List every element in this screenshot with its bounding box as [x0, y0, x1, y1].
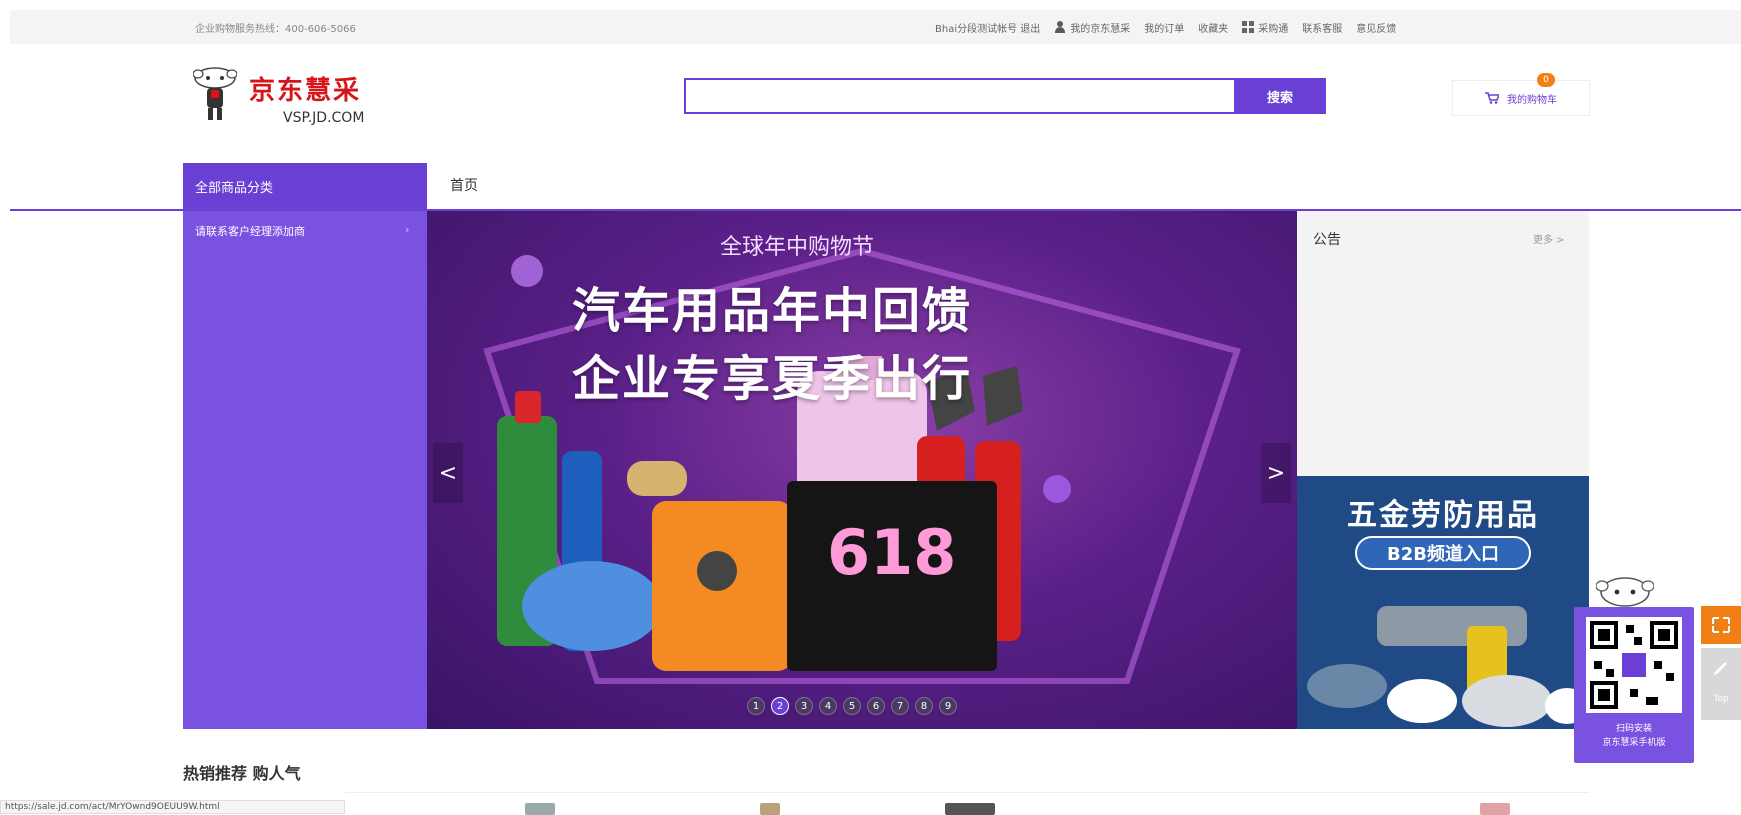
favorites-link[interactable]: 收藏夹 [1198, 20, 1228, 35]
mascot-icon [1596, 577, 1654, 607]
account-logout-label: Bhai分段测试帐号 退出 [935, 23, 1041, 35]
scan-side-tab[interactable] [1701, 606, 1741, 644]
notice-title: 公告 [1313, 232, 1341, 248]
top-links: Bhai分段测试帐号 退出 我的京东慧采 我的订单 收藏夹 采购通 联系客服 意… [935, 13, 1396, 41]
product-thumb[interactable] [760, 803, 780, 815]
product-thumb[interactable] [1480, 803, 1510, 815]
logo-text-en: VSP.JD.COM [283, 110, 365, 126]
browser-status-url: https://sale.jd.com/act/MrYOwnd9OEUU9W.h… [0, 800, 345, 814]
user-icon [1054, 21, 1066, 33]
carousel-dot[interactable]: 3 [795, 697, 813, 715]
notice-more-link[interactable]: 更多 > [1533, 231, 1565, 246]
mascot-icon [193, 67, 237, 120]
favorites-label: 收藏夹 [1198, 23, 1229, 35]
carousel-dot[interactable]: 4 [819, 697, 837, 715]
edit-icon [1714, 662, 1727, 675]
chevron-right-icon: › [405, 223, 410, 236]
carousel-dot[interactable]: 6 [867, 697, 885, 715]
product-thumb[interactable] [945, 803, 995, 815]
all-categories-tab[interactable]: 全部商品分类 [183, 163, 427, 209]
my-jd-label: 我的京东慧采 [1070, 23, 1131, 35]
procurement-label: 采购通 [1258, 23, 1289, 35]
carousel-next-button[interactable]: > [1261, 443, 1291, 503]
search-box [684, 78, 1238, 114]
banner-subtitle: 全球年中购物节 [427, 229, 1297, 261]
cart-button[interactable]: 我的购物车 [1452, 80, 1590, 116]
product-thumb[interactable] [525, 803, 555, 815]
service-hotline: 企业购物服务热线：400-606-5066 [195, 24, 356, 35]
customer-service-label: 联系客服 [1302, 23, 1343, 35]
ad-artwork [1307, 606, 1589, 727]
search-input[interactable] [686, 80, 1236, 112]
carousel-dot-active[interactable]: 2 [771, 697, 789, 715]
notice-panel: 公告 更多 > [1297, 211, 1589, 476]
banner-headline-2: 企业专享夏季出行 [572, 351, 973, 407]
my-orders-label: 我的订单 [1144, 23, 1185, 35]
my-jd-link[interactable]: 我的京东慧采 [1054, 20, 1130, 35]
grid-icon [1242, 21, 1255, 33]
site-logo[interactable]: 京东慧采 VSP.JD.COM [193, 64, 423, 134]
carousel-dot[interactable]: 1 [747, 697, 765, 715]
logo-text-cn: 京东慧采 [249, 76, 362, 106]
scan-icon [1712, 617, 1730, 633]
banner-subtitle-text: 全球年中购物节 [719, 235, 874, 260]
customer-service-link[interactable]: 联系客服 [1302, 20, 1342, 35]
my-orders-link[interactable]: 我的订单 [1144, 20, 1184, 35]
ad-title: 五金劳防用品 [1347, 498, 1539, 533]
banner-headline-1: 汽车用品年中回馈 [572, 283, 973, 339]
hot-recommend-title: 热销推荐 购人气 [183, 764, 301, 783]
cart-label: 我的购物车 [1507, 94, 1557, 106]
search-button[interactable]: 搜索 [1234, 78, 1326, 114]
procurement-link[interactable]: 采购通 [1242, 20, 1288, 35]
b2b-channel-button[interactable]: B2B频道入口 [1355, 536, 1531, 570]
product-strip [345, 792, 1589, 815]
category-panel: 请联系客户经理添加商 › [183, 211, 427, 729]
promo-banner[interactable]: 全球年中购物节 汽车用品年中回馈 企业专享夏季出行 618 < > 1 2 3 … [427, 211, 1297, 729]
account-logout-link[interactable]: Bhai分段测试帐号 退出 [935, 20, 1040, 35]
banner-618-badge: 618 [827, 516, 957, 589]
carousel-dot[interactable]: 7 [891, 697, 909, 715]
feedback-label: 意见反馈 [1356, 23, 1397, 35]
cart-icon [1485, 92, 1499, 104]
qr-caption-2: 京东慧采手机版 [1602, 738, 1666, 748]
feedback-link[interactable]: 意见反馈 [1356, 20, 1396, 35]
carousel-dot[interactable]: 8 [915, 697, 933, 715]
carousel-dot[interactable]: 9 [939, 697, 957, 715]
carousel-dot[interactable]: 5 [843, 697, 861, 715]
category-item[interactable]: 请联系客户经理添加商 [195, 223, 305, 239]
feedback-side-tab[interactable]: Top [1701, 648, 1741, 720]
qr-caption-1: 扫码安装 [1615, 724, 1652, 734]
side-tab-label: Top [1713, 694, 1729, 704]
cart-count-badge: 0 [1537, 73, 1555, 87]
qr-code-icon [1586, 617, 1682, 713]
carousel-prev-button[interactable]: < [433, 443, 463, 503]
nav-home-link[interactable]: 首页 [450, 175, 478, 195]
hardware-ad[interactable]: 五金劳防用品 B2B频道入口 [1297, 476, 1589, 729]
app-qr-widget[interactable]: 扫码安装 京东慧采手机版 [1574, 607, 1694, 763]
carousel-dots: 1 2 3 4 5 6 7 8 9 [747, 697, 957, 715]
